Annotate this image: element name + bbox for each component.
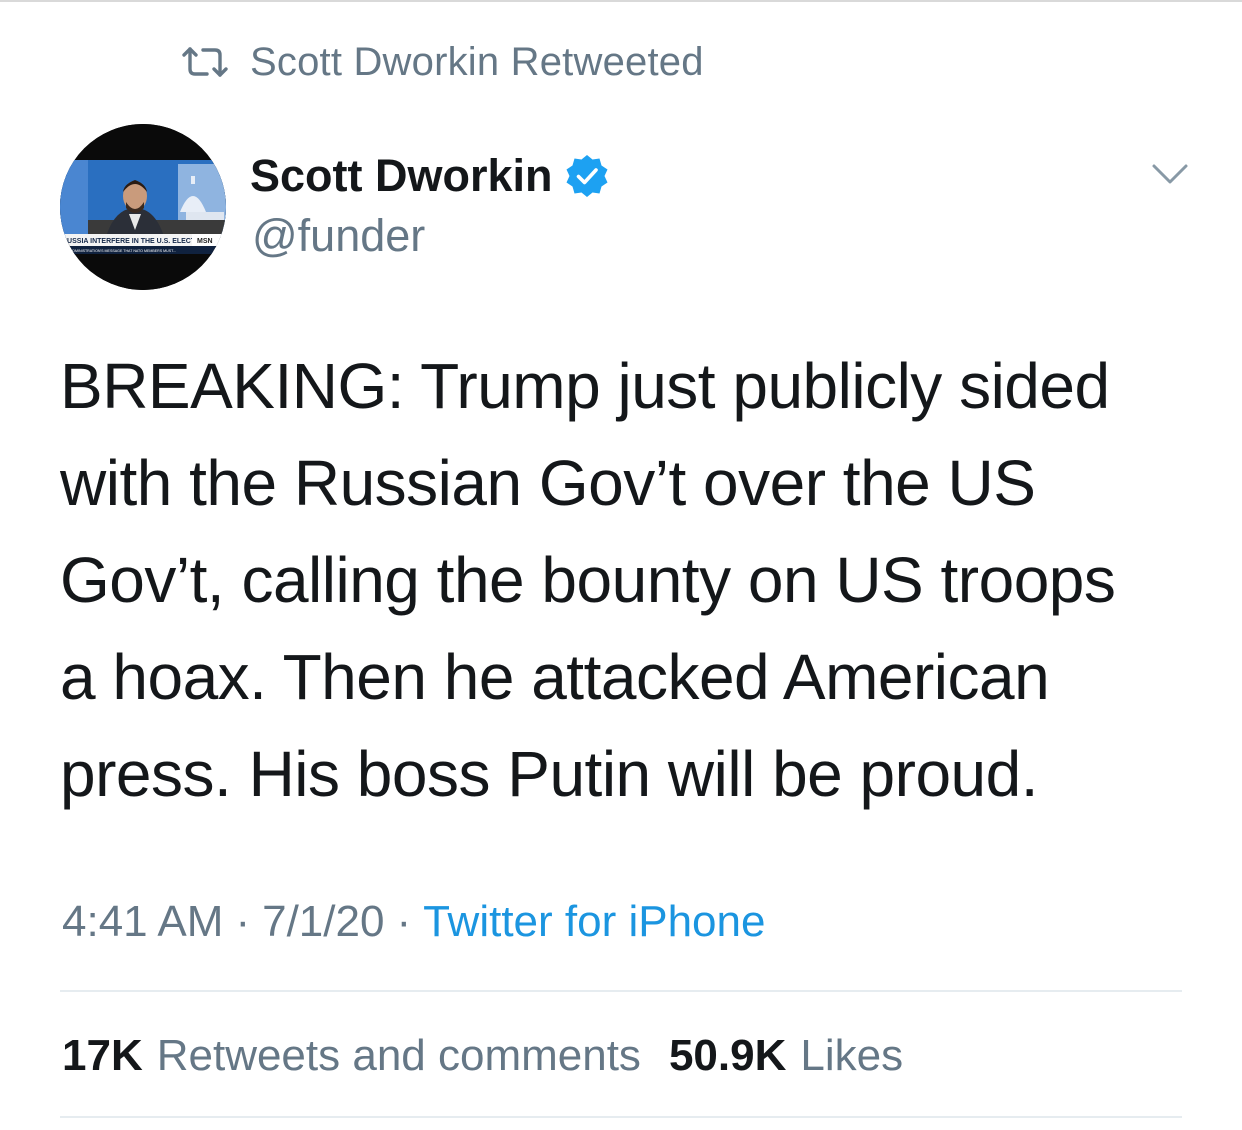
meta-separator: ·: [235, 897, 251, 946]
verified-badge-icon: [565, 154, 609, 198]
author-handle[interactable]: @funder: [252, 210, 425, 262]
avatar[interactable]: RUSSIA INTERFERE IN THE U.S. ELECTION? M…: [60, 124, 226, 290]
top-border: [0, 0, 1242, 2]
tweet-source-link[interactable]: Twitter for iPhone: [423, 897, 765, 947]
tweet-date: 7/1/20: [262, 897, 385, 946]
author-name-row[interactable]: Scott Dworkin: [250, 148, 609, 204]
social-context[interactable]: Scott Dworkin Retweeted: [180, 36, 704, 88]
tweet-meta: 4:41 AM · 7/1/20 · Twitter for iPhone: [62, 894, 765, 950]
author-display-name[interactable]: Scott Dworkin: [250, 150, 553, 202]
retweet-context-text: Scott Dworkin Retweeted: [250, 39, 704, 84]
chevron-down-icon[interactable]: [1150, 160, 1190, 188]
retweets-stat[interactable]: 17K Retweets and comments: [62, 1031, 641, 1081]
retweets-count: 17K: [62, 1031, 143, 1080]
tweet-text: BREAKING: Trump just publicly sided with…: [60, 350, 1116, 810]
avatar-network-text: MSN: [197, 238, 213, 245]
avatar-ticker-text: RUSSIA INTERFERE IN THE U.S. ELECTION?: [62, 238, 212, 245]
divider: [60, 990, 1182, 992]
likes-count: 50.9K: [668, 1031, 787, 1080]
retweet-icon: [180, 42, 230, 82]
tweet-time: 4:41 AM: [62, 897, 224, 946]
divider: [60, 1116, 1182, 1118]
retweets-label: Retweets and comments: [156, 1031, 641, 1080]
meta-separator: ·: [396, 897, 412, 946]
avatar-ticker-subtext: ADMINISTRATION'S MESSAGE THAT NATO MEMBE…: [70, 249, 176, 253]
likes-label: Likes: [800, 1031, 904, 1080]
tweet-stats: 17K Retweets and comments 50.9K Likes: [62, 1028, 903, 1084]
likes-stat[interactable]: 50.9K Likes: [669, 1031, 903, 1081]
avatar-image: RUSSIA INTERFERE IN THE U.S. ELECTION? M…: [60, 124, 226, 290]
